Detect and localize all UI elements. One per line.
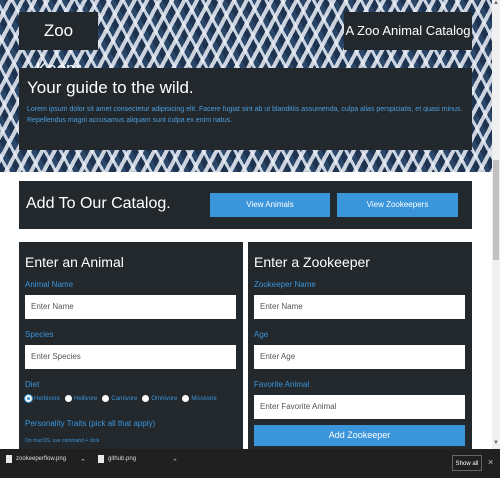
intro-title: Your guide to the wild. <box>27 78 194 97</box>
species-label: Species <box>25 330 54 339</box>
traits-hint: On macOS, use command + click <box>25 438 100 444</box>
scroll-up-icon[interactable]: ▲ <box>492 0 500 6</box>
zookeeper-form-title: Enter a Zookeeper <box>254 254 370 270</box>
site-logo[interactable]: Zoo Keepr <box>19 12 98 78</box>
diet-label: Diet <box>25 380 40 389</box>
file-icon <box>98 455 104 463</box>
species-input[interactable]: Enter Species <box>25 345 236 369</box>
chevron-up-icon[interactable]: ⌃ <box>80 458 86 466</box>
traits-label: Personality Traits (pick all that apply) <box>25 419 156 428</box>
diet-radio-missivore[interactable]: Missivore <box>182 395 217 402</box>
download-item-1[interactable]: zookeeperflow.png <box>6 455 66 463</box>
diet-radio-omnivore[interactable]: Omnivore <box>142 395 177 402</box>
age-label: Age <box>254 330 269 339</box>
radio-icon <box>142 395 150 402</box>
favorite-animal-label: Favorite Animal <box>254 380 310 389</box>
zookeeper-name-label: Zookeeper Name <box>254 280 316 289</box>
catalog-bar: Add To Our Catalog. View Animals View Zo… <box>19 181 472 229</box>
intro-text: Lorem ipsum dolor sit amet consectetur a… <box>27 106 463 124</box>
diet-radio-carnivore[interactable]: Carnivore <box>102 395 137 402</box>
radio-icon <box>182 395 190 402</box>
favorite-animal-input[interactable]: Enter Favorite Animal <box>254 395 465 419</box>
add-zookeeper-button[interactable]: Add Zookeeper <box>254 425 465 446</box>
view-animals-button[interactable]: View Animals <box>210 193 330 217</box>
animal-form: Enter an Animal Animal Name Enter Name S… <box>19 242 243 452</box>
animal-form-title: Enter an Animal <box>25 254 124 270</box>
diet-radio-group: Herbivore Hellivore Carnivore Omnivore M… <box>24 394 217 403</box>
close-icon[interactable]: × <box>488 457 493 467</box>
radio-icon <box>65 395 73 402</box>
age-input[interactable]: Enter Age <box>254 345 465 369</box>
chevron-up-icon[interactable]: ⌃ <box>172 458 178 466</box>
catalog-title: A Zoo Animal Catalog <box>344 12 472 50</box>
download-item-2[interactable]: github.png <box>98 455 136 463</box>
view-zookeepers-button[interactable]: View Zookeepers <box>337 193 458 217</box>
zookeeper-name-input[interactable]: Enter Name <box>254 295 465 319</box>
radio-icon <box>102 395 110 402</box>
file-icon <box>6 455 12 463</box>
radio-selected-icon <box>24 394 33 403</box>
scroll-down-icon[interactable]: ▼ <box>492 440 500 446</box>
scroll-thumb[interactable] <box>493 160 499 260</box>
show-all-button[interactable]: Show all <box>452 455 482 471</box>
catalog-label: Add To Our Catalog. <box>26 195 171 212</box>
diet-radio-hellivore[interactable]: Hellivore <box>65 395 97 402</box>
zookeeper-form: Enter a Zookeeper Zookeeper Name Enter N… <box>248 242 472 452</box>
diet-radio-herbivore[interactable]: Herbivore <box>24 394 60 403</box>
animal-name-label: Animal Name <box>25 280 74 289</box>
page-scrollbar[interactable]: ▲ ▼ <box>492 0 500 449</box>
intro-box: Your guide to the wild. Lorem ipsum dolo… <box>19 68 472 150</box>
download-bar: zookeeperflow.png ⌃ github.png ⌃ Show al… <box>0 449 500 478</box>
animal-name-input[interactable]: Enter Name <box>25 295 236 319</box>
